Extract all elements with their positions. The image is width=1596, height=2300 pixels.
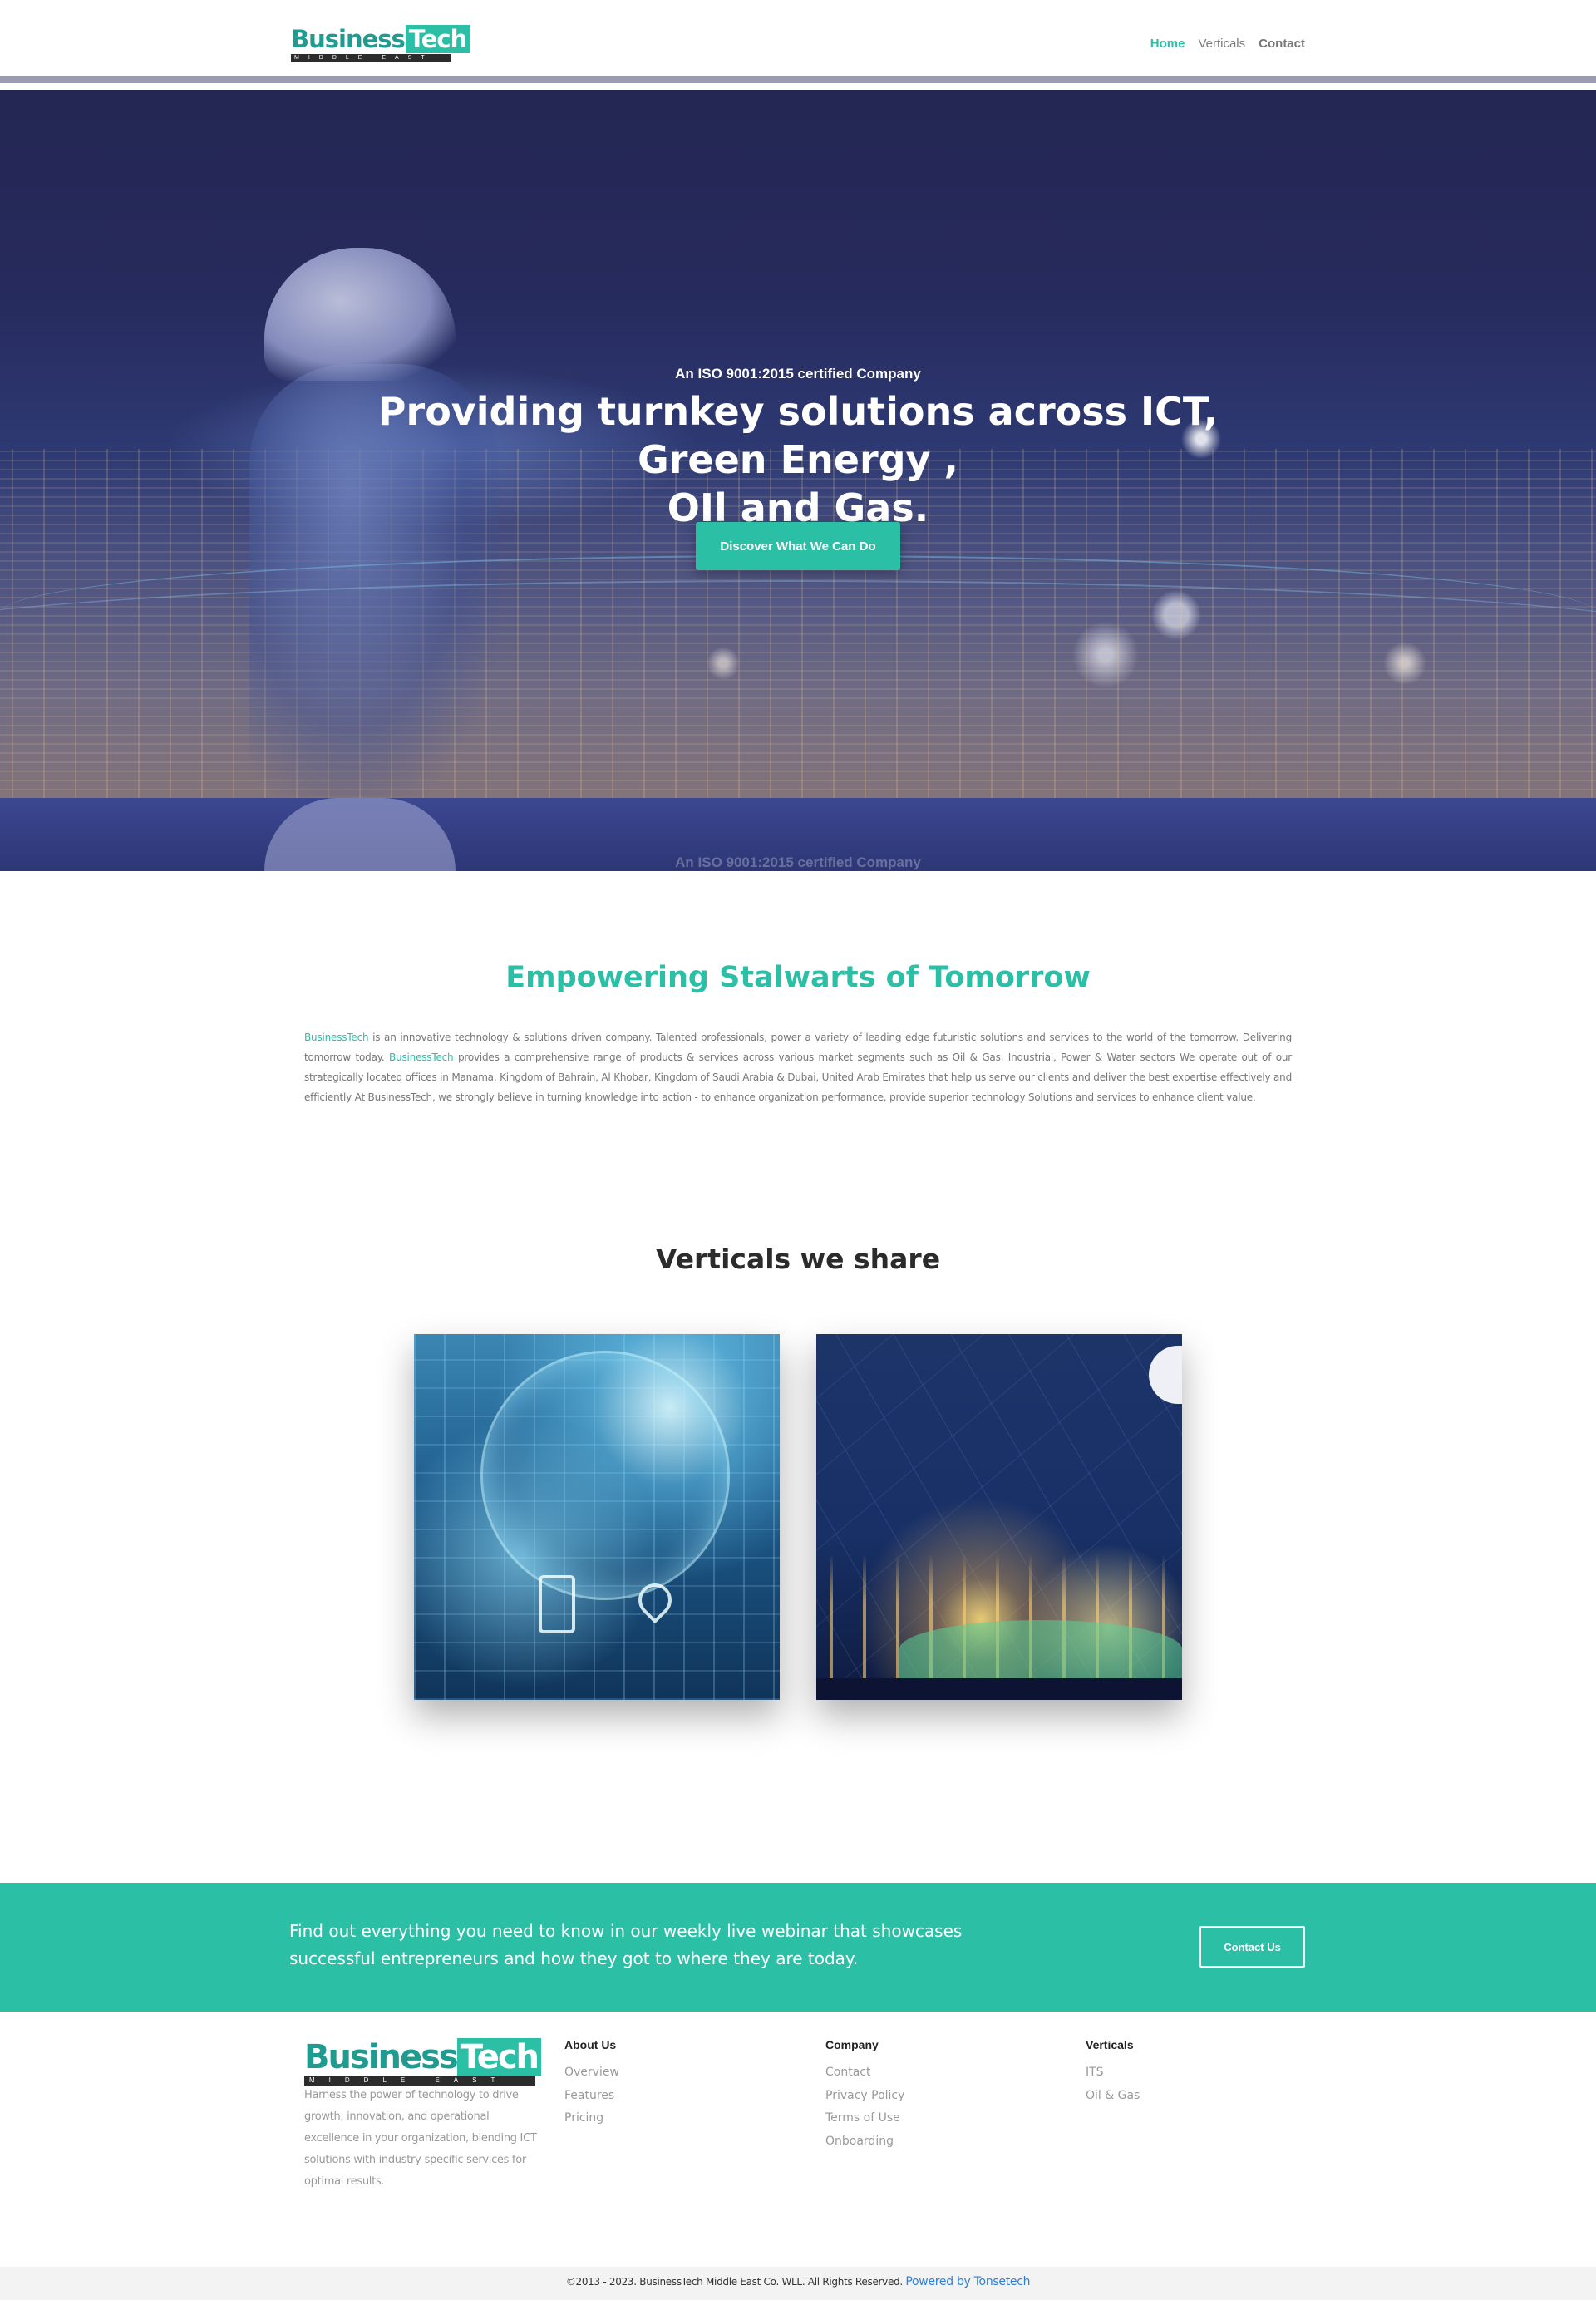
hero-light-wave-2 xyxy=(0,580,1596,713)
footer-link-overview[interactable]: Overview xyxy=(564,2061,619,2085)
powered-by-link[interactable]: Powered by Tonsetech xyxy=(905,2275,1030,2288)
logo-word-business: Business xyxy=(291,25,406,53)
footer-description: Harness the power of technology to drive… xyxy=(304,2089,537,2188)
about-brand: BusinessTech xyxy=(304,1032,369,1043)
hero-subtitle: An ISO 9001:2015 certified Company xyxy=(675,366,921,382)
header-logo[interactable]: Business Tech MIDDLE EAST xyxy=(291,25,470,63)
copyright-bar: ©2013 - 2023. BusinessTech Middle East C… xyxy=(0,2267,1596,2300)
discover-button[interactable]: Discover What We Can Do xyxy=(696,522,900,570)
hero-section: An ISO 9001:2015 certified Company Provi… xyxy=(0,90,1596,798)
nav-contact[interactable]: Contact xyxy=(1259,37,1305,51)
footer-heading-company: Company xyxy=(825,2038,879,2051)
logo-wordmark: Business Tech xyxy=(291,25,470,53)
footer-link-oil-gas[interactable]: Oil & Gas xyxy=(1086,2085,1140,2108)
nav-verticals[interactable]: Verticals xyxy=(1198,37,1245,51)
footer-link-privacy[interactable]: Privacy Policy xyxy=(825,2085,904,2108)
footer-link-pricing[interactable]: Pricing xyxy=(564,2107,619,2130)
footer-link-contact[interactable]: Contact xyxy=(825,2061,904,2085)
footer-col-company: Company Contact Privacy Policy Terms of … xyxy=(825,2038,904,2153)
verticals-title: Verticals we share xyxy=(655,1243,941,1275)
footer-logo-word-business: Business xyxy=(304,2038,459,2076)
hero-title-line-1: Providing turnkey solutions across ICT, … xyxy=(377,389,1219,482)
oil-chart-hills xyxy=(899,1620,1182,1678)
footer-logo-wordmark: Business Tech xyxy=(304,2038,542,2076)
footer-logo[interactable]: Business Tech MIDDLE EAST xyxy=(304,2038,542,2086)
hero-reflection-text: An ISO 9001:2015 certified Company xyxy=(675,854,921,870)
contact-us-button[interactable]: Contact Us xyxy=(1199,1926,1305,1968)
footer-link-its[interactable]: ITS xyxy=(1086,2061,1140,2085)
footer-link-terms[interactable]: Terms of Use xyxy=(825,2107,904,2130)
page: Business Tech MIDDLE EAST Home Verticals … xyxy=(0,0,1596,2300)
cta-text: Find out everything you need to know in … xyxy=(289,1921,963,1968)
vertical-card-ict[interactable] xyxy=(414,1334,780,1700)
ict-globe-icon xyxy=(480,1351,730,1600)
logo-word-tech: Tech xyxy=(405,25,470,53)
about-brand-2: BusinessTech xyxy=(389,1051,454,1063)
footer-col-verticals: Verticals ITS Oil & Gas xyxy=(1086,2038,1140,2107)
about-text-part-2: provides a comprehensive range of produc… xyxy=(304,1051,1292,1103)
logo-tagline: MIDDLE EAST xyxy=(291,54,451,62)
oil-bottom-bar xyxy=(816,1678,1182,1700)
footer-col-about: About Us Overview Features Pricing xyxy=(564,2038,619,2130)
oil-helmet-icon xyxy=(1149,1346,1182,1404)
hero-title: Providing turnkey solutions across ICT, … xyxy=(308,387,1288,532)
cta-band: Find out everything you need to know in … xyxy=(0,1883,1596,2012)
hero-reflection-strip: An ISO 9001:2015 certified Company xyxy=(0,798,1596,871)
footer-logo-word-tech: Tech xyxy=(456,2038,542,2076)
footer-link-onboarding[interactable]: Onboarding xyxy=(825,2130,904,2154)
footer-heading-about: About Us xyxy=(564,2038,617,2051)
hero-worker-helmet xyxy=(264,248,456,381)
about-title: Empowering Stalwarts of Tomorrow xyxy=(505,961,1091,994)
nav-home[interactable]: Home xyxy=(1150,37,1185,51)
ict-phone-icon xyxy=(539,1575,575,1633)
about-text: BusinessTech is an innovative technology… xyxy=(304,1027,1292,1107)
site-header: Business Tech MIDDLE EAST Home Verticals … xyxy=(0,0,1596,83)
vertical-card-oil-gas[interactable] xyxy=(816,1334,1182,1700)
footer-link-features[interactable]: Features xyxy=(564,2085,619,2108)
footer-heading-verticals: Verticals xyxy=(1086,2038,1134,2051)
copyright-text: ©2013 - 2023. BusinessTech Middle East C… xyxy=(565,2276,906,2288)
main-nav: Home Verticals Contact xyxy=(1150,37,1305,51)
